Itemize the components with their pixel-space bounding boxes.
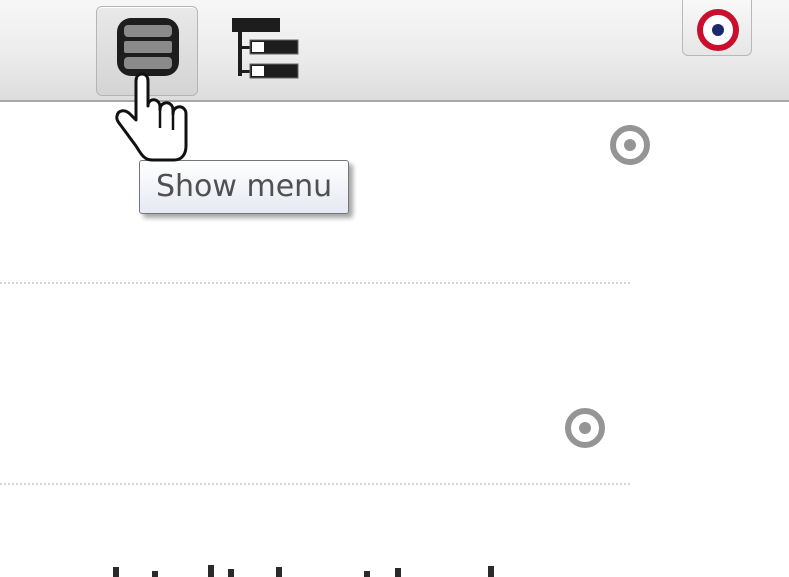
content-list — [0, 102, 789, 577]
row-divider — [0, 483, 630, 485]
tooltip: Show menu — [139, 160, 350, 214]
row-divider — [0, 282, 630, 284]
radio-icon[interactable] — [610, 125, 650, 165]
target-button[interactable] — [682, 0, 752, 56]
radio-icon[interactable] — [565, 408, 605, 448]
hand-pointer-icon — [115, 72, 188, 162]
tree-hierarchy-icon — [232, 18, 299, 79]
partial-row-text — [0, 563, 560, 577]
target-icon — [697, 9, 739, 51]
tree-view-button[interactable] — [222, 6, 312, 96]
